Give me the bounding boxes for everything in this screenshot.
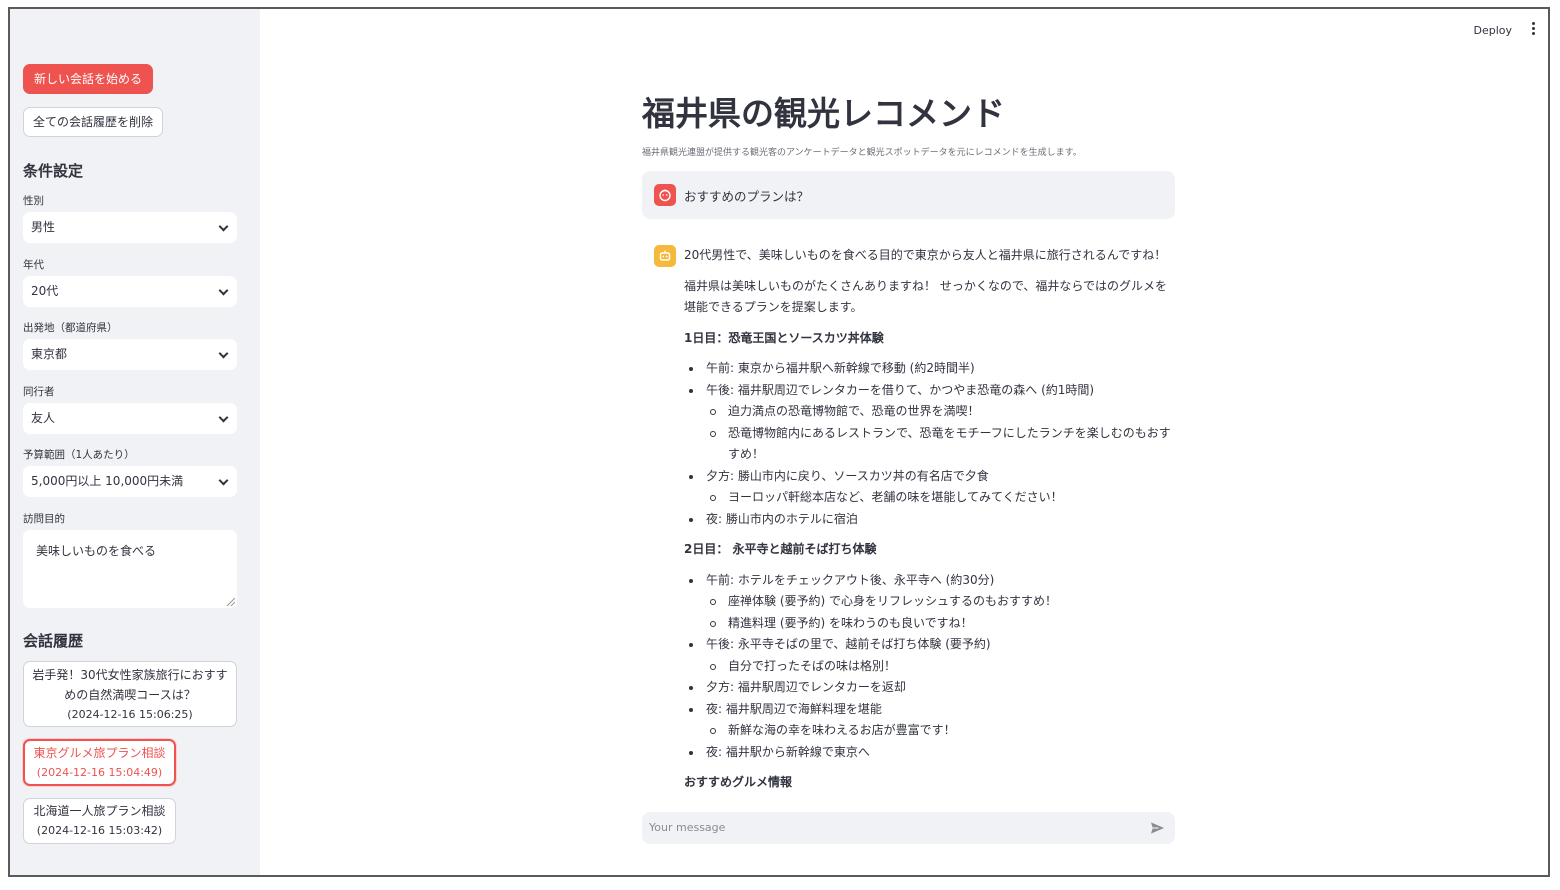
day1-list: 午前: 東京から福井駅へ新幹線で移動 (約2時間半) 午後: 福井駅周辺でレンタ… <box>684 358 1176 530</box>
budget-label: 予算範囲（1人あたり） <box>23 449 135 461</box>
list-item: 午前: 東京から福井駅へ新幹線で移動 (約2時間半) <box>684 358 1176 380</box>
user-message-text: おすすめのプランは？ <box>684 189 810 204</box>
app-window: 新しい会話を始める 全ての会話履歴を削除 条件設定 性別 男性 年代 20代 出… <box>8 7 1550 877</box>
deploy-button[interactable]: Deploy <box>1473 24 1512 37</box>
list-subitem: 恐竜博物館内にあるレストランで、恐竜をモチーフにしたランチを楽しむのもおすすめ！ <box>684 423 1176 466</box>
history-item-title: めの自然満喫コースは？ <box>64 688 196 702</box>
user-avatar-icon <box>654 184 676 206</box>
history-item-active[interactable]: 東京グルメ旅プラン相談 (2024-12-16 15:04:49) <box>23 739 176 786</box>
chevron-down-icon <box>218 412 229 423</box>
page-caption: 福井県観光連盟が提供する観光客のアンケートデータと観光スポットデータを元にレコメ… <box>642 148 1082 158</box>
chevron-down-icon <box>218 475 229 486</box>
list-subitem: 自分で打ったそばの味は格別！ <box>684 656 1176 678</box>
companion-select[interactable]: 友人 <box>23 403 237 434</box>
kebab-menu-icon[interactable] <box>1532 22 1536 36</box>
send-icon[interactable] <box>1150 821 1165 835</box>
chevron-down-icon <box>218 221 229 232</box>
delete-history-button[interactable]: 全ての会話履歴を削除 <box>23 107 164 137</box>
new-chat-button[interactable]: 新しい会話を始める <box>23 64 154 94</box>
gourmet-heading: おすすめグルメ情報 <box>684 775 793 789</box>
purpose-value: 美味しいものを食べる <box>36 544 157 558</box>
list-item: 夜: 福井駅周辺で海鮮料理を堪能 <box>684 699 1176 721</box>
age-label: 年代 <box>23 259 44 271</box>
assistant-paragraph: 福井県は美味しいものがたくさんありますね！ せっかくなので、福井ならではのグルメ… <box>684 278 1167 315</box>
list-subitem: 迫力満点の恐竜博物館で、恐竜の世界を満喫！ <box>684 401 1176 423</box>
purpose-textarea[interactable]: 美味しいものを食べる <box>23 530 237 608</box>
history-heading: 会話履歴 <box>23 632 84 650</box>
day2-heading: 2日目： 永平寺と越前そば打ち体験 <box>684 542 877 556</box>
settings-heading: 条件設定 <box>23 162 84 180</box>
purpose-label: 訪問目的 <box>23 513 65 525</box>
chat-input[interactable]: Your message <box>642 812 1175 844</box>
list-subitem: 精進料理 (要予約) を味わうのも良いですね！ <box>684 613 1176 635</box>
companion-label: 同行者 <box>23 386 55 398</box>
gender-value: 男性 <box>31 220 56 234</box>
history-item-time: (2024-12-16 15:04:49) <box>36 766 163 779</box>
gender-label: 性別 <box>23 195 44 207</box>
origin-label: 出発地（都道府県） <box>23 322 118 334</box>
list-item: 夜: 勝山市内のホテルに宿泊 <box>684 509 1176 531</box>
companion-value: 友人 <box>31 411 56 425</box>
user-message: おすすめのプランは？ <box>642 171 1175 219</box>
resize-handle-icon[interactable] <box>227 598 235 606</box>
list-item: 午後: 永平寺そばの里で、越前そば打ち体験 (要予約) <box>684 634 1176 656</box>
age-value: 20代 <box>31 284 59 298</box>
list-item: 夕方: 勝山市内に戻り、ソースカツ丼の有名店で夕食 <box>684 466 1176 488</box>
sidebar: 新しい会話を始める 全ての会話履歴を削除 条件設定 性別 男性 年代 20代 出… <box>10 9 260 875</box>
gender-select[interactable]: 男性 <box>23 212 237 243</box>
origin-select[interactable]: 東京都 <box>23 339 237 370</box>
budget-select[interactable]: 5,000円以上 10,000円未満 <box>23 466 237 497</box>
day1-heading: 1日目：恐竜王国とソースカツ丼体験 <box>684 330 884 345</box>
assistant-paragraph: 20代男性で、美味しいものを食べる目的で東京から友人と福井県に旅行されるんですね… <box>684 248 1167 262</box>
history-item-time: (2024-12-16 15:03:42) <box>36 824 163 837</box>
assistant-message: 20代男性で、美味しいものを食べる目的で東京から友人と福井県に旅行されるんですね… <box>684 245 1176 803</box>
origin-value: 東京都 <box>31 347 68 361</box>
chat-input-placeholder: Your message <box>649 821 726 834</box>
history-item[interactable]: 岩手発！30代女性家族旅行におすす めの自然満喫コースは？ (2024-12-1… <box>23 661 237 727</box>
list-item: 夕方: 福井駅周辺でレンタカーを返却 <box>684 677 1176 699</box>
list-subitem: 新鮮な海の幸を味わえるお店が豊富です！ <box>684 720 1176 742</box>
chevron-down-icon <box>218 285 229 296</box>
page-title: 福井県の観光レコメンド <box>642 94 1005 133</box>
history-item-title: 北海道一人旅プラン相談 <box>33 804 166 818</box>
list-subitem: 座禅体験 (要予約) で心身をリフレッシュするのもおすすめ！ <box>684 591 1176 613</box>
list-item: 夜: 福井駅から新幹線で東京へ <box>684 742 1176 764</box>
list-item: 午前: ホテルをチェックアウト後、永平寺へ (約30分) <box>684 570 1176 592</box>
list-subitem: ヨーロッパ軒総本店など、老舗の味を堪能してみてください！ <box>684 487 1176 509</box>
day2-list: 午前: ホテルをチェックアウト後、永平寺へ (約30分) 座禅体験 (要予約) … <box>684 570 1176 764</box>
history-item-title: 岩手発！30代女性家族旅行におすす <box>32 668 228 682</box>
assistant-avatar-icon <box>654 245 676 267</box>
history-item-title: 東京グルメ旅プラン相談 <box>33 746 166 760</box>
history-item[interactable]: 北海道一人旅プラン相談 (2024-12-16 15:03:42) <box>23 798 176 844</box>
chevron-down-icon <box>218 348 229 359</box>
age-select[interactable]: 20代 <box>23 276 237 307</box>
history-item-time: (2024-12-16 15:06:25) <box>67 708 193 721</box>
list-item: 午後: 福井駅周辺でレンタカーを借りて、かつやま恐竜の森へ (約1時間) <box>684 380 1176 402</box>
budget-value: 5,000円以上 10,000円未満 <box>31 474 184 488</box>
